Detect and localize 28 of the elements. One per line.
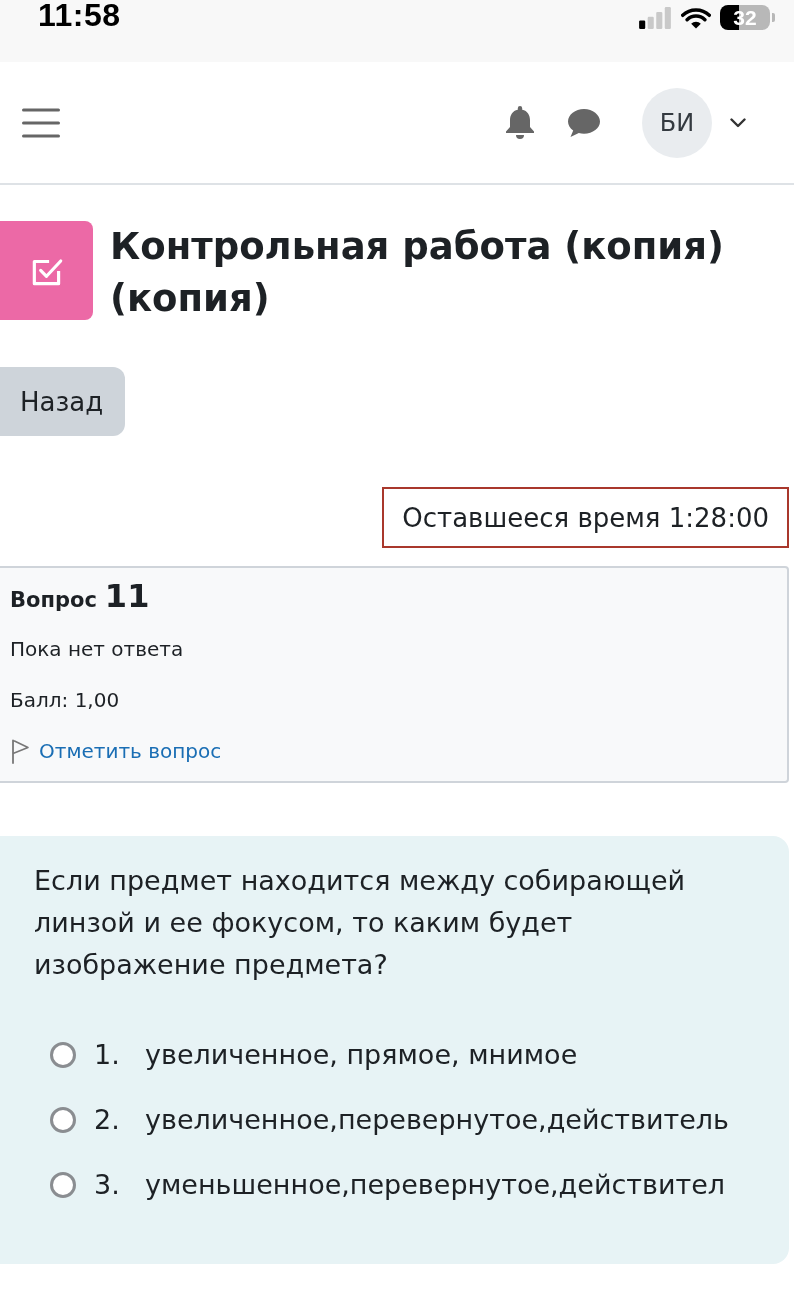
option-number: 3. bbox=[94, 1169, 121, 1200]
question-label: Вопрос bbox=[10, 588, 97, 612]
question-text: Если предмет находится между собирающей линзой и ее фокусом, то каким будет изображение предмета? bbox=[34, 864, 687, 982]
wifi-icon bbox=[681, 6, 711, 29]
option-number: 2. bbox=[94, 1104, 121, 1135]
user-avatar[interactable]: БИ bbox=[642, 87, 712, 158]
radio-button[interactable] bbox=[50, 1041, 76, 1068]
option-text: увеличенное,перевернутое,действитель bbox=[145, 1104, 729, 1135]
signal-icon bbox=[638, 6, 672, 29]
option-text: уменьшенное,перевернутое,действител bbox=[145, 1169, 726, 1200]
option-text: увеличенное, прямое, мнимое bbox=[145, 1039, 578, 1070]
question-number: 11 bbox=[104, 577, 150, 615]
option-number: 1. bbox=[94, 1039, 121, 1070]
clock-time: 11:58 bbox=[38, 0, 121, 30]
answer-status: Пока нет ответа bbox=[10, 637, 184, 662]
flag-icon[interactable] bbox=[10, 737, 30, 764]
radio-button[interactable] bbox=[50, 1106, 76, 1133]
timer-display: Оставшееся время 1:28:00 bbox=[382, 487, 789, 548]
chat-icon[interactable] bbox=[567, 107, 601, 138]
menu-icon[interactable] bbox=[22, 107, 60, 138]
page-title: Контрольная работа (копия) (копия) bbox=[110, 224, 725, 322]
radio-button[interactable] bbox=[50, 1171, 76, 1198]
checkbox-icon bbox=[0, 221, 93, 320]
caret-icon[interactable] bbox=[730, 117, 746, 128]
flag-question-link[interactable]: Отметить вопрос bbox=[39, 738, 222, 763]
back-button[interactable]: Назад bbox=[0, 367, 126, 436]
bell-icon[interactable] bbox=[505, 105, 535, 140]
question-mark: Балл: 1,00 bbox=[10, 687, 120, 712]
